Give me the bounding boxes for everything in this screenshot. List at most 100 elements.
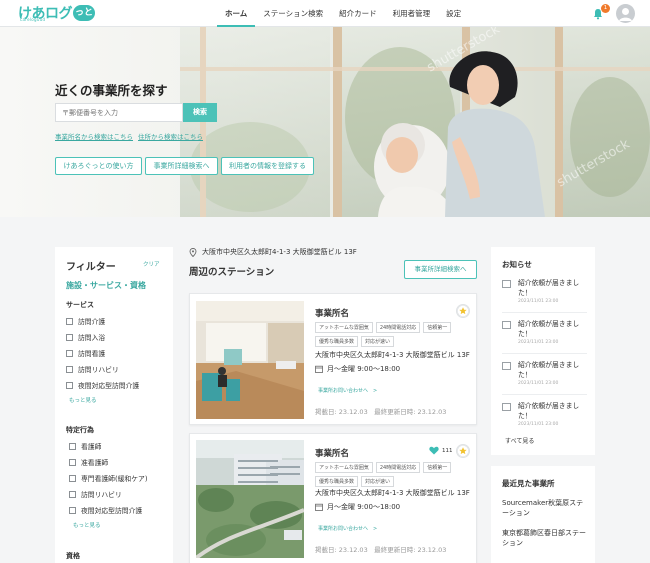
message-icon bbox=[502, 362, 511, 370]
station-tag: 優秀な職員多数 bbox=[315, 476, 359, 487]
station-tag: 優秀な職員多数 bbox=[315, 336, 359, 347]
nav-station-search[interactable]: ステーション検索 bbox=[255, 0, 331, 27]
divider bbox=[502, 353, 587, 354]
heart-icon[interactable] bbox=[429, 446, 439, 455]
specific-option[interactable]: 専門看護師(緩和ケア) bbox=[69, 473, 147, 483]
specific-label: 訪問リハビリ bbox=[81, 491, 122, 499]
station-contact-link[interactable]: 事業所お問い合わせへ > bbox=[318, 387, 377, 394]
message-icon bbox=[502, 280, 511, 288]
station-tags: アットホームな雰囲気 24時間電話対応 信頼第一 優秀な職員多数 対応が速い bbox=[315, 462, 475, 487]
recent-item[interactable]: 東京都葛飾区春日部ステーション bbox=[502, 528, 590, 548]
service-option[interactable]: 訪問入浴 bbox=[66, 332, 105, 342]
service-option[interactable]: 夜間対応型訪問介護 bbox=[66, 380, 139, 390]
nearby-stations-title: 周辺のステーション bbox=[189, 267, 275, 278]
specific-option[interactable]: 夜間対応型訪問介護 bbox=[69, 505, 142, 515]
station-tag: 対応が速い bbox=[361, 336, 395, 347]
service-label: 訪問看護 bbox=[78, 350, 106, 358]
station-card[interactable]: 事業所名 アットホームな雰囲気 24時間電話対応 信頼第一 優秀な職員多数 対応… bbox=[189, 293, 477, 425]
checkbox[interactable] bbox=[69, 442, 76, 450]
news-date: 2023/11/01 23:00 bbox=[518, 381, 559, 386]
hero-title: 近くの事業所を探す bbox=[55, 83, 168, 98]
checkbox[interactable] bbox=[69, 474, 76, 482]
checkbox[interactable] bbox=[69, 506, 76, 514]
checkbox[interactable] bbox=[66, 365, 73, 373]
specific-option[interactable]: 訪問リハビリ bbox=[69, 489, 122, 499]
station-hours: 月〜金曜 9:00〜18:00 bbox=[315, 364, 400, 374]
station-name[interactable]: 事業所名 bbox=[315, 447, 349, 459]
hero-banner: shutterstock shutterstock 近くの事業所を探す 検索 事… bbox=[0, 27, 650, 217]
filter-subtitle: 施設・サービス・資格 bbox=[66, 281, 146, 290]
checkbox[interactable] bbox=[66, 349, 73, 357]
station-tag: 信頼第一 bbox=[423, 462, 452, 473]
filter-clear-link[interactable]: クリア bbox=[143, 260, 160, 268]
checkbox[interactable] bbox=[69, 490, 76, 498]
like-count[interactable]: 111 bbox=[429, 446, 453, 455]
detail-search-button[interactable]: 事業所詳細検索へ bbox=[404, 260, 477, 279]
service-label: 訪問入浴 bbox=[78, 334, 106, 342]
location-text: 大阪市中央区久太郎町4-1-3 大阪御堂筋ビル 13F bbox=[202, 248, 357, 256]
current-location: 大阪市中央区久太郎町4-1-3 大阪御堂筋ビル 13F bbox=[189, 247, 357, 257]
station-photo bbox=[196, 440, 304, 558]
see-all-link[interactable]: すべて見る bbox=[505, 436, 534, 445]
checkbox[interactable] bbox=[66, 317, 73, 325]
nav-user-management[interactable]: 利用者管理 bbox=[385, 0, 439, 27]
service-label: 夜間対応型訪問介護 bbox=[78, 382, 140, 390]
news-item[interactable]: 紹介依頼が届きました！ 2023/11/01 23:00 bbox=[502, 319, 592, 349]
service-option[interactable]: 訪問リハビリ bbox=[66, 364, 119, 374]
station-address: 大阪市中央区久太郎町4-1-3 大阪御堂筋ビル 13F bbox=[315, 351, 470, 359]
service-option[interactable]: 訪問看護 bbox=[66, 348, 105, 358]
postal-code-input[interactable] bbox=[55, 103, 183, 122]
checkbox[interactable] bbox=[69, 458, 76, 466]
checkbox[interactable] bbox=[66, 381, 73, 389]
search-button[interactable]: 検索 bbox=[183, 103, 217, 122]
station-name[interactable]: 事業所名 bbox=[315, 307, 349, 319]
specific-more-link[interactable]: もっと見る bbox=[73, 521, 101, 529]
services-more-link[interactable]: もっと見る bbox=[69, 396, 97, 404]
checkbox[interactable] bbox=[66, 333, 73, 341]
main-nav: ホーム ステーション検索 紹介カード 利用者管理 設定 bbox=[217, 0, 469, 27]
filter-title: フィルター bbox=[66, 262, 116, 273]
avatar[interactable] bbox=[616, 4, 635, 23]
office-photo bbox=[196, 301, 304, 419]
station-address: 大阪市中央区久太郎町4-1-3 大阪御堂筋ビル 13F bbox=[315, 489, 470, 497]
favorite-star-icon[interactable] bbox=[456, 304, 470, 318]
station-card[interactable]: 事業所名 111 アットホームな雰囲気 24時間電話対応 信頼第一 優秀な職員多… bbox=[189, 433, 477, 563]
station-tag: 24時間電話対応 bbox=[375, 322, 421, 333]
register-user-button[interactable]: 利用者の情報を登録する bbox=[221, 157, 314, 175]
news-item[interactable]: 紹介依頼が届きました！ 2023/11/01 23:00 bbox=[502, 278, 592, 308]
station-tag: 24時間電話対応 bbox=[375, 462, 421, 473]
news-date: 2023/11/01 23:00 bbox=[518, 422, 559, 427]
news-item[interactable]: 紹介依頼が届きました！ 2023/11/01 23:00 bbox=[502, 360, 592, 390]
service-label: 訪問リハビリ bbox=[78, 366, 119, 374]
nav-referral-card[interactable]: 紹介カード bbox=[331, 0, 385, 27]
top-header: けあログ っと careloguud ホーム ステーション検索 紹介カード 利用… bbox=[0, 0, 650, 27]
brand-mark: っと bbox=[73, 5, 95, 21]
specific-option[interactable]: 准看護師 bbox=[69, 457, 108, 467]
brand-subtitle: careloguud bbox=[20, 17, 46, 22]
qualification-heading: 資格 bbox=[66, 552, 80, 560]
station-hours-text: 月〜金曜 9:00〜18:00 bbox=[327, 503, 401, 511]
service-option[interactable]: 訪問介護 bbox=[66, 316, 105, 326]
station-hours: 月〜金曜 9:00〜18:00 bbox=[315, 502, 400, 512]
detail-search-hero-button[interactable]: 事業所詳細検索へ bbox=[145, 157, 218, 175]
recent-item[interactable]: Sourcemaker秋葉原ステーション bbox=[502, 498, 590, 518]
name-search-link[interactable]: 事業所名から検索はこちら bbox=[55, 131, 133, 141]
news-item[interactable]: 紹介依頼が届きました！ 2023/11/01 23:00 bbox=[502, 401, 592, 431]
service-label: 訪問介護 bbox=[78, 318, 106, 326]
favorite-star-icon[interactable] bbox=[456, 444, 470, 458]
address-search-link[interactable]: 住所から検索はこちら bbox=[138, 131, 203, 141]
news-text: 紹介依頼が届きました！ bbox=[518, 361, 580, 379]
specific-option[interactable]: 看護師 bbox=[69, 441, 101, 451]
station-tag: 対応が速い bbox=[361, 476, 395, 487]
news-text: 紹介依頼が届きました！ bbox=[518, 279, 580, 297]
nav-home[interactable]: ホーム bbox=[217, 0, 256, 27]
specific-label: 看護師 bbox=[81, 443, 102, 451]
recent-panel: 最近見た事業所 Sourcemaker秋葉原ステーション 東京都葛飾区春日部ステ… bbox=[491, 466, 595, 563]
message-icon bbox=[502, 321, 511, 329]
station-photo bbox=[196, 301, 304, 419]
how-to-use-button[interactable]: けあろぐっとの使い方 bbox=[55, 157, 142, 175]
nav-settings[interactable]: 設定 bbox=[438, 0, 469, 27]
station-contact-link[interactable]: 事業所お問い合わせへ > bbox=[318, 525, 377, 532]
news-text: 紹介依頼が届きました！ bbox=[518, 320, 580, 338]
station-dates: 掲載日: 23.12.03 最終更新日時: 23.12.03 bbox=[315, 408, 447, 416]
